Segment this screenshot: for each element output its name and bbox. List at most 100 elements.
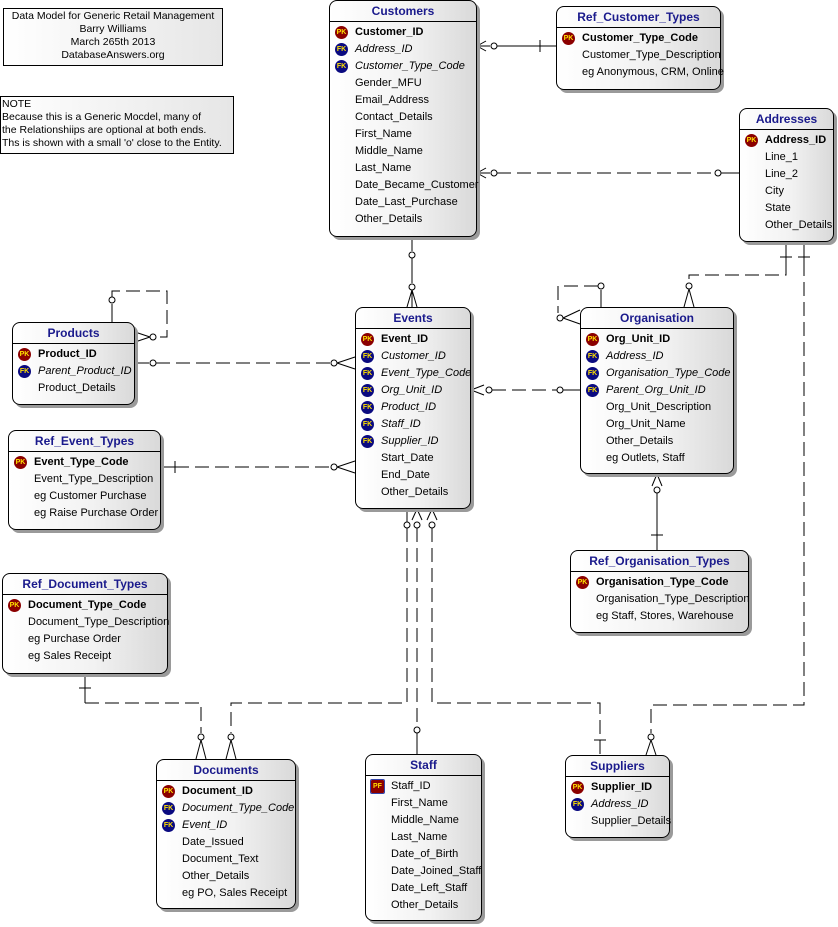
attribute-label: Address_ID — [606, 350, 664, 362]
primary-key-attribute[interactable]: PK Event_Type_Code — [9, 454, 160, 471]
attribute[interactable]: Other_Details — [356, 484, 470, 501]
foreign-key-attribute[interactable]: FK Customer_Type_Code — [330, 58, 476, 75]
entity-suppliers[interactable]: Suppliers PK Supplier_ID FK Address_ID Suppl… — [565, 755, 671, 838]
foreign-key-attribute[interactable]: FK Org_Unit_ID — [356, 382, 470, 399]
entity-title: Events — [356, 308, 470, 329]
entity-addresses[interactable]: Addresses PK Address_ID Line_1 Line_2 City St… — [739, 108, 834, 242]
attribute[interactable]: Other_Details — [366, 897, 481, 914]
attribute[interactable]: eg Anonymous, CRM, Online — [557, 64, 724, 81]
foreign-key-attribute[interactable]: FK Address_ID — [566, 796, 669, 813]
attribute[interactable]: Other_Details — [157, 868, 295, 885]
attribute[interactable]: Line_1 — [740, 149, 833, 166]
attribute[interactable]: Date_Left_Staff — [366, 880, 481, 897]
note-line: Ths is shown with a small 'o' close to t… — [2, 137, 222, 149]
foreign-key-attribute[interactable]: FK Parent_Product_ID — [13, 363, 134, 380]
attribute[interactable]: State — [740, 200, 833, 217]
attribute[interactable]: Gender_MFU — [330, 75, 476, 92]
attribute[interactable]: Middle_Name — [330, 143, 476, 160]
foreign-key-icon: FK — [361, 418, 374, 431]
entity-ref-document-types[interactable]: Ref_Document_Types PK Document_Type_Code D… — [2, 573, 169, 674]
attribute[interactable]: Other_Details — [330, 211, 476, 228]
foreign-key-attribute[interactable]: FK Parent_Org_Unit_ID — [581, 382, 733, 399]
primary-key-attribute[interactable]: PK Event_ID — [356, 331, 470, 348]
entity-documents[interactable]: Documents PK Document_ID FK Document_Type_C… — [156, 759, 296, 909]
attribute[interactable]: Contact_Details — [330, 109, 476, 126]
entity-ref-customer-types[interactable]: Ref_Customer_Types PK Customer_Type_Code C… — [556, 6, 724, 90]
attribute[interactable]: eg Purchase Order — [3, 631, 167, 648]
attribute[interactable]: Event_Type_Description — [9, 471, 160, 488]
attribute[interactable]: Date_Issued — [157, 834, 295, 851]
attribute[interactable]: Line_2 — [740, 166, 833, 183]
attribute[interactable]: End_Date — [356, 467, 470, 484]
attribute-label: Other_Details — [381, 486, 449, 498]
attribute[interactable]: City — [740, 183, 833, 200]
attribute[interactable]: Organisation_Type_Description — [571, 591, 749, 608]
attribute-label: eg Purchase Order — [28, 633, 121, 645]
attribute[interactable]: Date_Joined_Staff — [366, 863, 481, 880]
primary-key-attribute[interactable]: PK Customer_ID — [330, 24, 476, 41]
primary-key-attribute[interactable]: PK Customer_Type_Code — [557, 30, 720, 47]
entity-title: Ref_Document_Types — [3, 574, 167, 595]
attribute[interactable]: Last_Name — [330, 160, 476, 177]
attribute[interactable]: First_Name — [366, 795, 481, 812]
attribute-label: Document_Type_Code — [182, 802, 295, 814]
attribute[interactable]: Document_Text — [157, 851, 295, 868]
entity-customers[interactable]: Customers PK Customer_ID FK Address_ID FK Cus… — [329, 0, 479, 237]
attribute[interactable]: eg Staff, Stores, Warehouse — [571, 608, 748, 625]
primary-key-icon: PF — [370, 779, 385, 794]
entity-attributes: PK Event_Type_Code Event_Type_Description e… — [9, 452, 160, 522]
attribute[interactable]: Start_Date — [356, 450, 470, 467]
attribute[interactable]: Last_Name — [366, 829, 481, 846]
primary-key-attribute[interactable]: PF Staff_ID — [366, 778, 481, 795]
entity-products[interactable]: Products PK Product_ID FK Parent_Product_ID… — [12, 322, 135, 405]
entity-organisation[interactable]: Organisation PK Org_Unit_ID FK Address_ID FK… — [580, 307, 734, 474]
attribute-label: Customer_ID — [355, 26, 424, 38]
foreign-key-attribute[interactable]: FK Customer_ID — [356, 348, 470, 365]
attribute-label: eg Anonymous, CRM, Online — [582, 66, 724, 78]
attribute[interactable]: eg Outlets, Staff — [581, 450, 733, 467]
primary-key-attribute[interactable]: PK Supplier_ID — [566, 779, 669, 796]
attribute[interactable]: First_Name — [330, 126, 476, 143]
attribute[interactable]: Date_of_Birth — [366, 846, 481, 863]
attribute[interactable]: Date_Last_Purchase — [330, 194, 476, 211]
foreign-key-attribute[interactable]: FK Organisation_Type_Code — [581, 365, 733, 382]
entity-events[interactable]: Events PK Event_ID FK Customer_ID FK Event_Ty… — [355, 307, 471, 509]
primary-key-icon: PK — [335, 26, 348, 39]
attribute[interactable]: Middle_Name — [366, 812, 481, 829]
attribute[interactable]: Product_Details — [13, 380, 134, 397]
foreign-key-attribute[interactable]: FK Address_ID — [330, 41, 476, 58]
attribute[interactable]: Customer_Type_Description — [557, 47, 721, 64]
foreign-key-attribute[interactable]: FK Product_ID — [356, 399, 470, 416]
foreign-key-attribute[interactable]: FK Supplier_ID — [356, 433, 470, 450]
site-line: DatabaseAnswers.org — [61, 49, 165, 61]
foreign-key-attribute[interactable]: FK Document_Type_Code — [157, 800, 295, 817]
rel-customers-events — [406, 237, 418, 308]
attribute[interactable]: Org_Unit_Name — [581, 416, 733, 433]
entity-staff[interactable]: Staff PF Staff_ID First_Name Middle_Name Las… — [365, 754, 482, 921]
primary-key-attribute[interactable]: PK Organisation_Type_Code — [571, 574, 748, 591]
attribute[interactable]: eg Raise Purchase Order — [9, 505, 160, 522]
primary-key-attribute[interactable]: PK Product_ID — [13, 346, 134, 363]
primary-key-attribute[interactable]: PK Document_ID — [157, 783, 295, 800]
entity-ref-event-types[interactable]: Ref_Event_Types PK Event_Type_Code Event_T… — [8, 430, 161, 530]
attribute-label: Event_ID — [381, 333, 429, 345]
foreign-key-attribute[interactable]: FK Event_Type_Code — [356, 365, 471, 382]
attribute[interactable]: Other_Details — [740, 217, 833, 234]
attribute[interactable]: Other_Details — [581, 433, 733, 450]
foreign-key-attribute[interactable]: FK Staff_ID — [356, 416, 470, 433]
attribute[interactable]: Email_Address — [330, 92, 476, 109]
attribute[interactable]: Org_Unit_Description — [581, 399, 733, 416]
attribute[interactable]: Supplier_Details — [566, 813, 671, 830]
attribute[interactable]: eg Sales Receipt — [3, 648, 167, 665]
attribute[interactable]: Date_Became_Customer — [330, 177, 479, 194]
foreign-key-attribute[interactable]: FK Address_ID — [581, 348, 733, 365]
attribute[interactable]: eg Customer Purchase — [9, 488, 160, 505]
primary-key-attribute[interactable]: PK Address_ID — [740, 132, 833, 149]
date-line: March 265th 2013 — [70, 36, 156, 48]
entity-ref-organisation-types[interactable]: Ref_Organisation_Types PK Organisation_Ty… — [570, 550, 749, 633]
foreign-key-attribute[interactable]: FK Event_ID — [157, 817, 295, 834]
primary-key-attribute[interactable]: PK Document_Type_Code — [3, 597, 167, 614]
primary-key-attribute[interactable]: PK Org_Unit_ID — [581, 331, 733, 348]
attribute[interactable]: Document_Type_Description — [3, 614, 169, 631]
attribute[interactable]: eg PO, Sales Receipt — [157, 885, 295, 902]
